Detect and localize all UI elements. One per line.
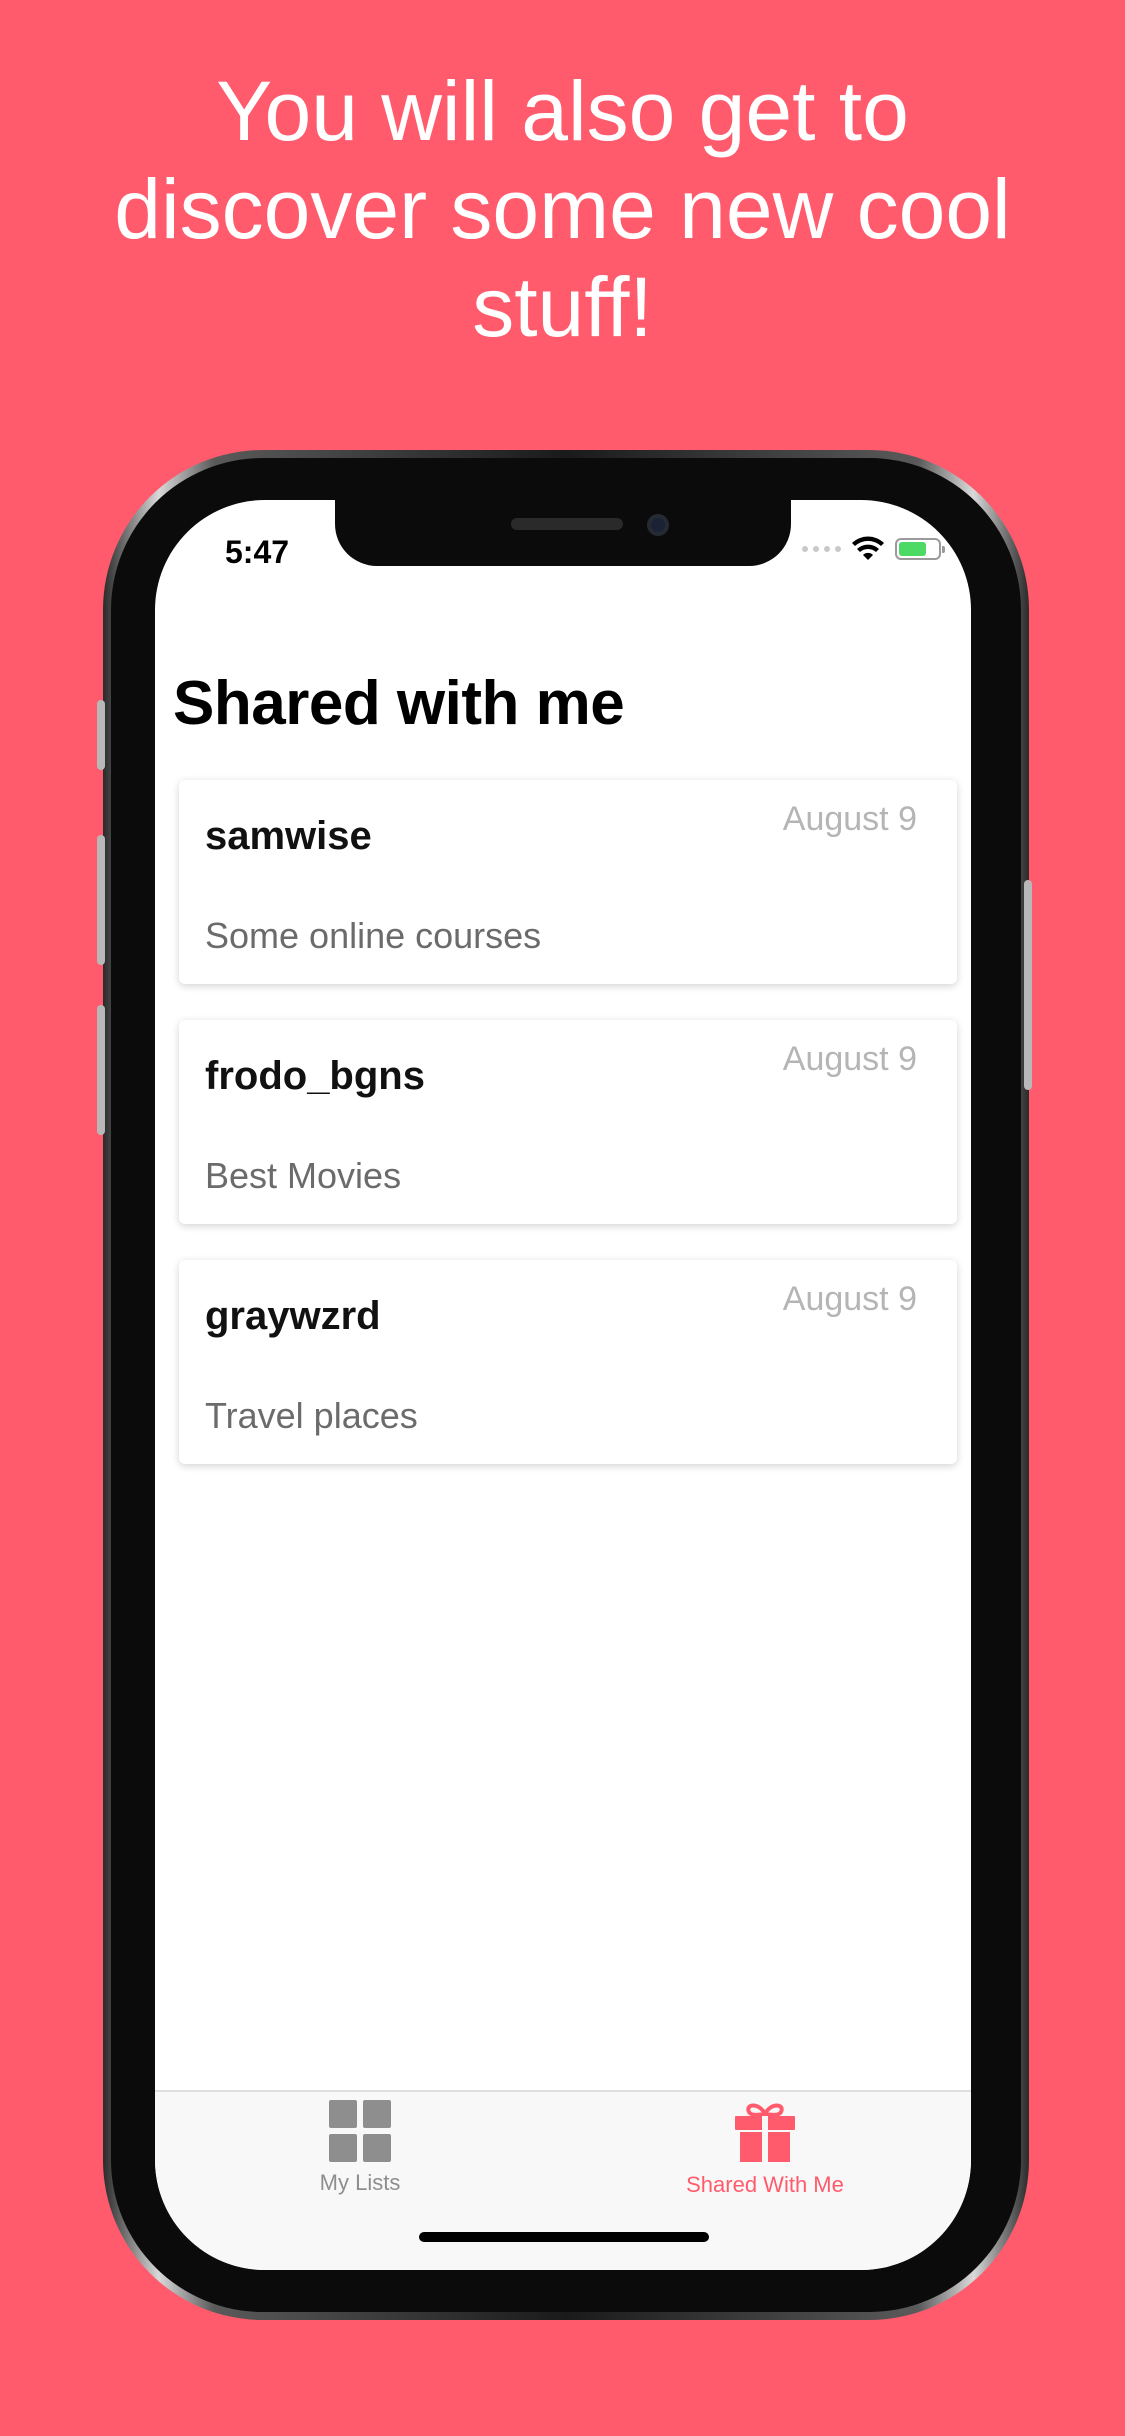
- tab-my-lists[interactable]: My Lists: [250, 2100, 470, 2196]
- card-username: samwise: [205, 814, 372, 858]
- tab-label-shared-with-me: Shared With Me: [686, 2172, 844, 2197]
- gift-icon: [735, 2103, 795, 2162]
- page-title: Shared with me: [173, 669, 625, 738]
- card-description: Travel places: [205, 1395, 418, 1436]
- tab-shared-with-me[interactable]: Shared With Me: [655, 2100, 875, 2198]
- shared-lists: samwise August 9 Some online courses fro…: [179, 780, 957, 1500]
- promo-headline: You will also get to discover some new c…: [40, 62, 1085, 356]
- app-screen: 5:47 Shared with me samwise August 9 Som…: [155, 500, 971, 2270]
- shared-list-card[interactable]: graywzrd August 9 Travel places: [179, 1260, 957, 1464]
- shared-list-card[interactable]: frodo_bgns August 9 Best Movies: [179, 1020, 957, 1224]
- grid-icon: [329, 2100, 391, 2162]
- card-date: August 9: [782, 1040, 917, 1078]
- status-icons: [802, 536, 945, 562]
- headline-line-2: discover some new cool: [114, 162, 1011, 256]
- card-description: Some online courses: [205, 915, 542, 956]
- headline-line-3: stuff!: [472, 260, 653, 354]
- card-username: graywzrd: [205, 1294, 381, 1338]
- wifi-icon: [852, 536, 884, 560]
- tab-label-my-lists: My Lists: [319, 2170, 401, 2195]
- power-button: [1024, 880, 1032, 1090]
- card-description: Best Movies: [205, 1155, 402, 1196]
- home-indicator[interactable]: [419, 2232, 709, 2242]
- signal-icon: [802, 546, 841, 552]
- front-camera: [647, 514, 669, 536]
- tab-bar: My Lists Shared With Me: [155, 2090, 971, 2270]
- card-date: August 9: [782, 800, 917, 838]
- card-date: August 9: [782, 1280, 917, 1318]
- status-time: 5:47: [225, 534, 290, 570]
- volume-up-button: [97, 835, 105, 965]
- card-username: frodo_bgns: [205, 1054, 425, 1098]
- headline-line-1: You will also get to: [216, 64, 909, 158]
- notch: [335, 500, 791, 566]
- mute-switch: [97, 700, 105, 770]
- volume-down-button: [97, 1005, 105, 1135]
- shared-list-card[interactable]: samwise August 9 Some online courses: [179, 780, 957, 984]
- battery-icon: [895, 538, 945, 560]
- speaker-grille: [511, 518, 623, 530]
